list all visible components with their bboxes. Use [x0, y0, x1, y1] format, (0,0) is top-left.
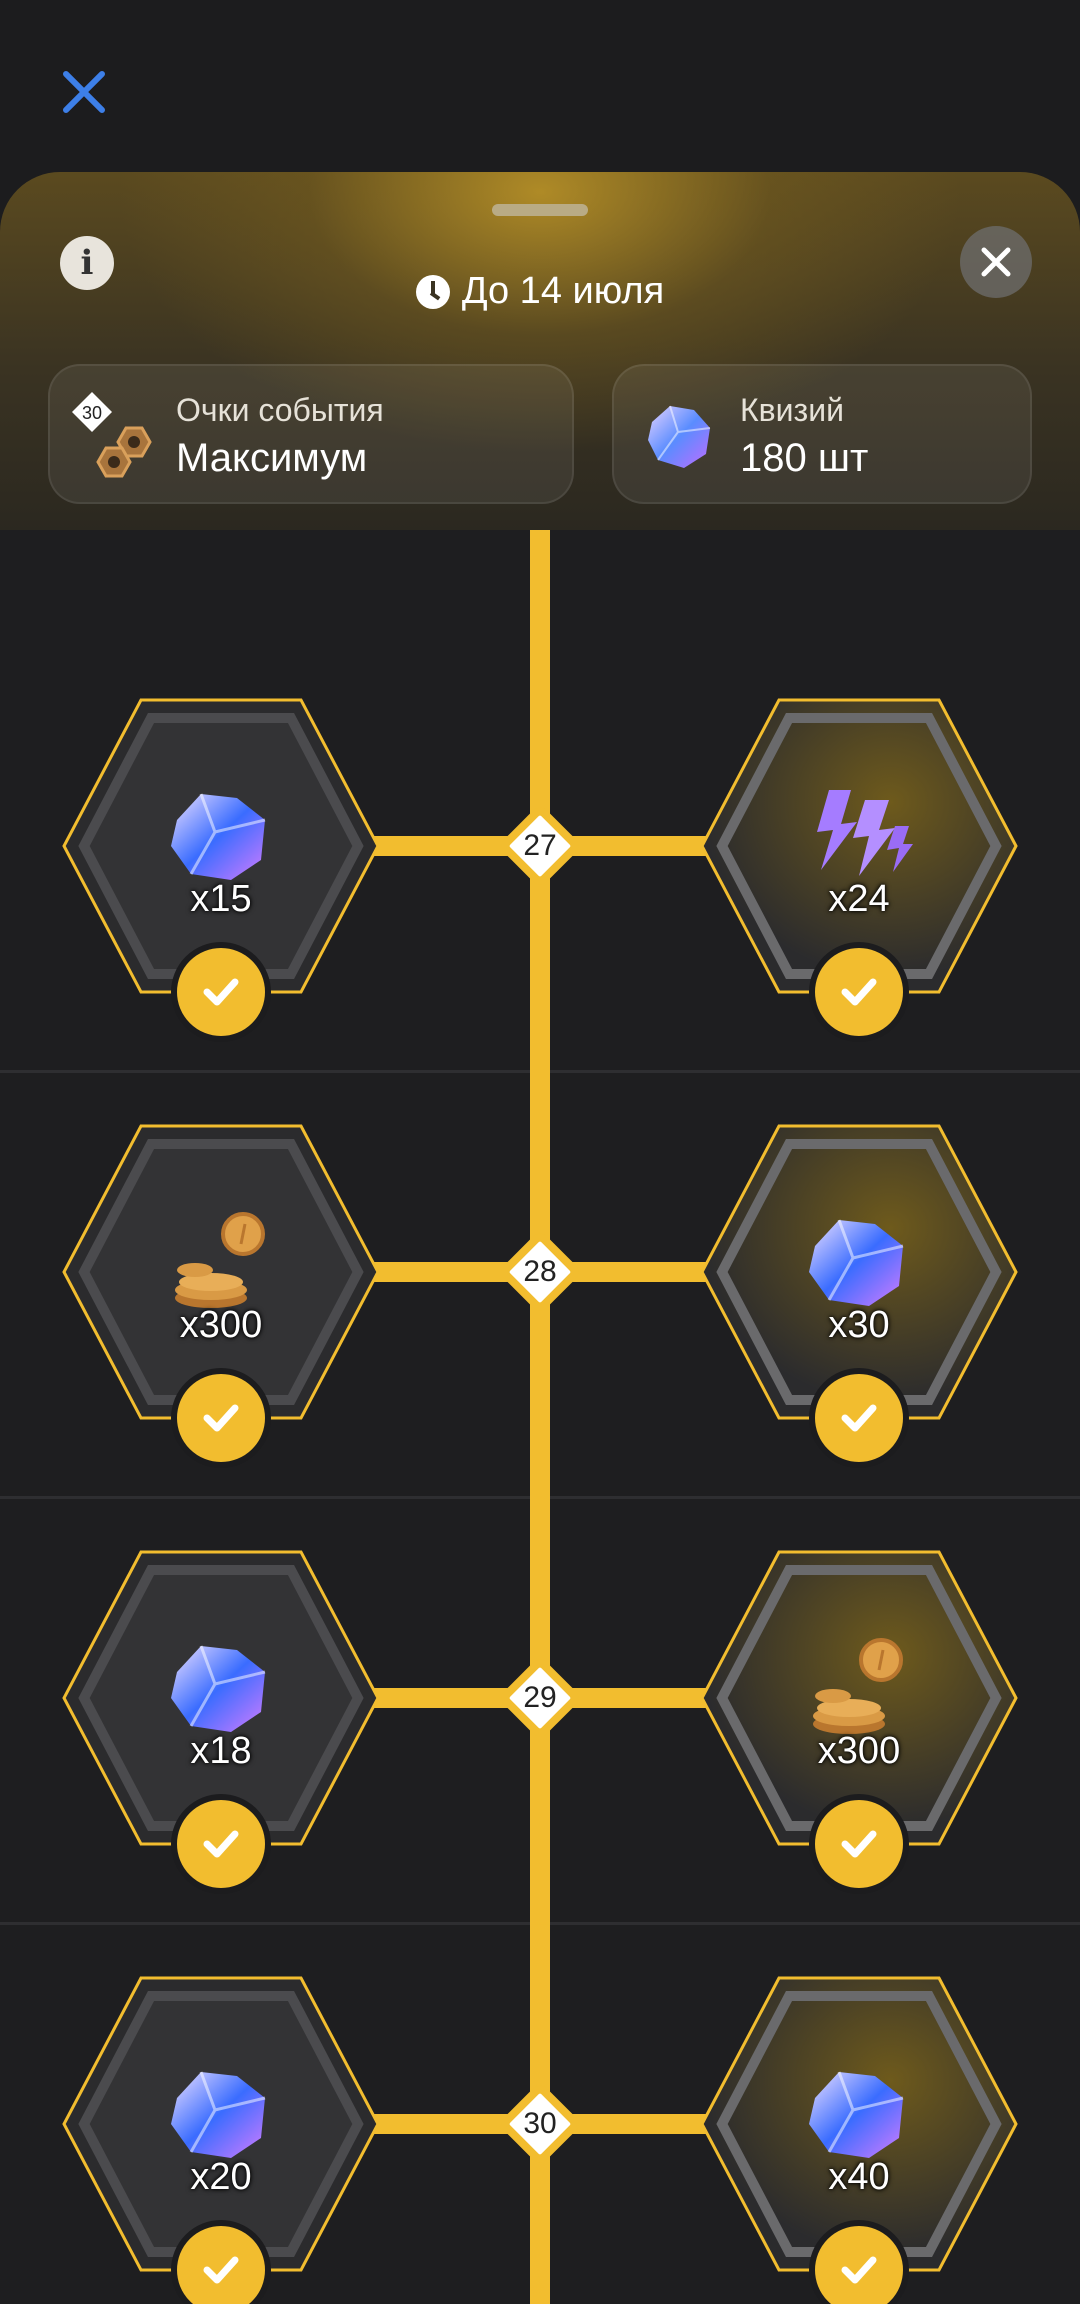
reward-amount: x18 — [190, 1730, 252, 1772]
level-badge: 29 — [497, 1655, 583, 1741]
reward-left-30[interactable]: x20 — [56, 1974, 386, 2304]
level-badge: 27 — [497, 803, 583, 889]
deadline-text: До 14 июля — [461, 270, 665, 312]
reward-right-28[interactable]: x30 — [694, 1122, 1024, 1468]
reward-amount: x300 — [817, 1730, 901, 1772]
progress-line — [530, 530, 550, 2304]
deadline: До 14 июля — [0, 270, 1080, 313]
reward-amount: x20 — [190, 2156, 252, 2198]
sheet-header: i До 14 июля 30 Очки события Максимум Кв… — [0, 172, 1080, 530]
reward-amount: x300 — [179, 1304, 263, 1346]
reward-right-27[interactable]: x24 — [694, 696, 1024, 1042]
lightning-icon — [817, 790, 913, 876]
quizy-value: 180 шт — [740, 436, 869, 480]
close-icon[interactable] — [52, 60, 116, 124]
svg-text:30: 30 — [82, 403, 102, 423]
crystal-icon — [809, 2071, 904, 2158]
crystal-icon — [648, 405, 711, 468]
top-bar — [0, 0, 1080, 175]
reward-right-29[interactable]: x300 — [694, 1548, 1024, 1894]
event-points-value: Максимум — [176, 436, 368, 480]
drag-handle[interactable] — [492, 204, 588, 216]
check-icon — [171, 1368, 271, 1468]
reward-left-29[interactable]: x18 — [56, 1548, 386, 1894]
coins-icon — [813, 1638, 903, 1734]
reward-amount: x30 — [828, 1304, 890, 1346]
level-badge: 28 — [497, 1229, 583, 1315]
check-icon — [171, 942, 271, 1042]
crystal-icon — [809, 1219, 904, 1306]
clock-icon — [415, 274, 450, 309]
coins-icon — [175, 1212, 265, 1308]
quizy-label: Квизий — [740, 392, 844, 428]
level-badge: 30 — [497, 2081, 583, 2167]
crystal-icon — [171, 1645, 266, 1732]
event-points-label: Очки события — [176, 392, 384, 428]
hex-nuts-icon: 30 — [72, 392, 152, 478]
event-points-card[interactable]: 30 Очки события Максимум — [48, 364, 574, 504]
event-sheet: i До 14 июля 30 Очки события Максимум Кв… — [0, 172, 1080, 2304]
check-icon — [809, 1794, 909, 1894]
reward-amount: x15 — [190, 878, 252, 920]
reward-amount: x24 — [828, 878, 890, 920]
reward-amount: x40 — [828, 2156, 890, 2198]
check-icon — [171, 1794, 271, 1894]
reward-left-28[interactable]: x300 — [56, 1122, 386, 1468]
crystal-icon — [171, 2071, 266, 2158]
check-icon — [809, 942, 909, 1042]
crystal-icon — [171, 793, 266, 880]
reward-left-27[interactable]: x15 — [56, 696, 386, 1042]
reward-right-30[interactable]: x40 — [694, 1974, 1024, 2304]
quizy-card[interactable]: Квизий 180 шт — [612, 364, 1032, 504]
reward-track: 27 x15 x24 28 x300 x30 29 x18 x300 30 x2… — [0, 530, 1080, 2304]
check-icon — [809, 1368, 909, 1468]
